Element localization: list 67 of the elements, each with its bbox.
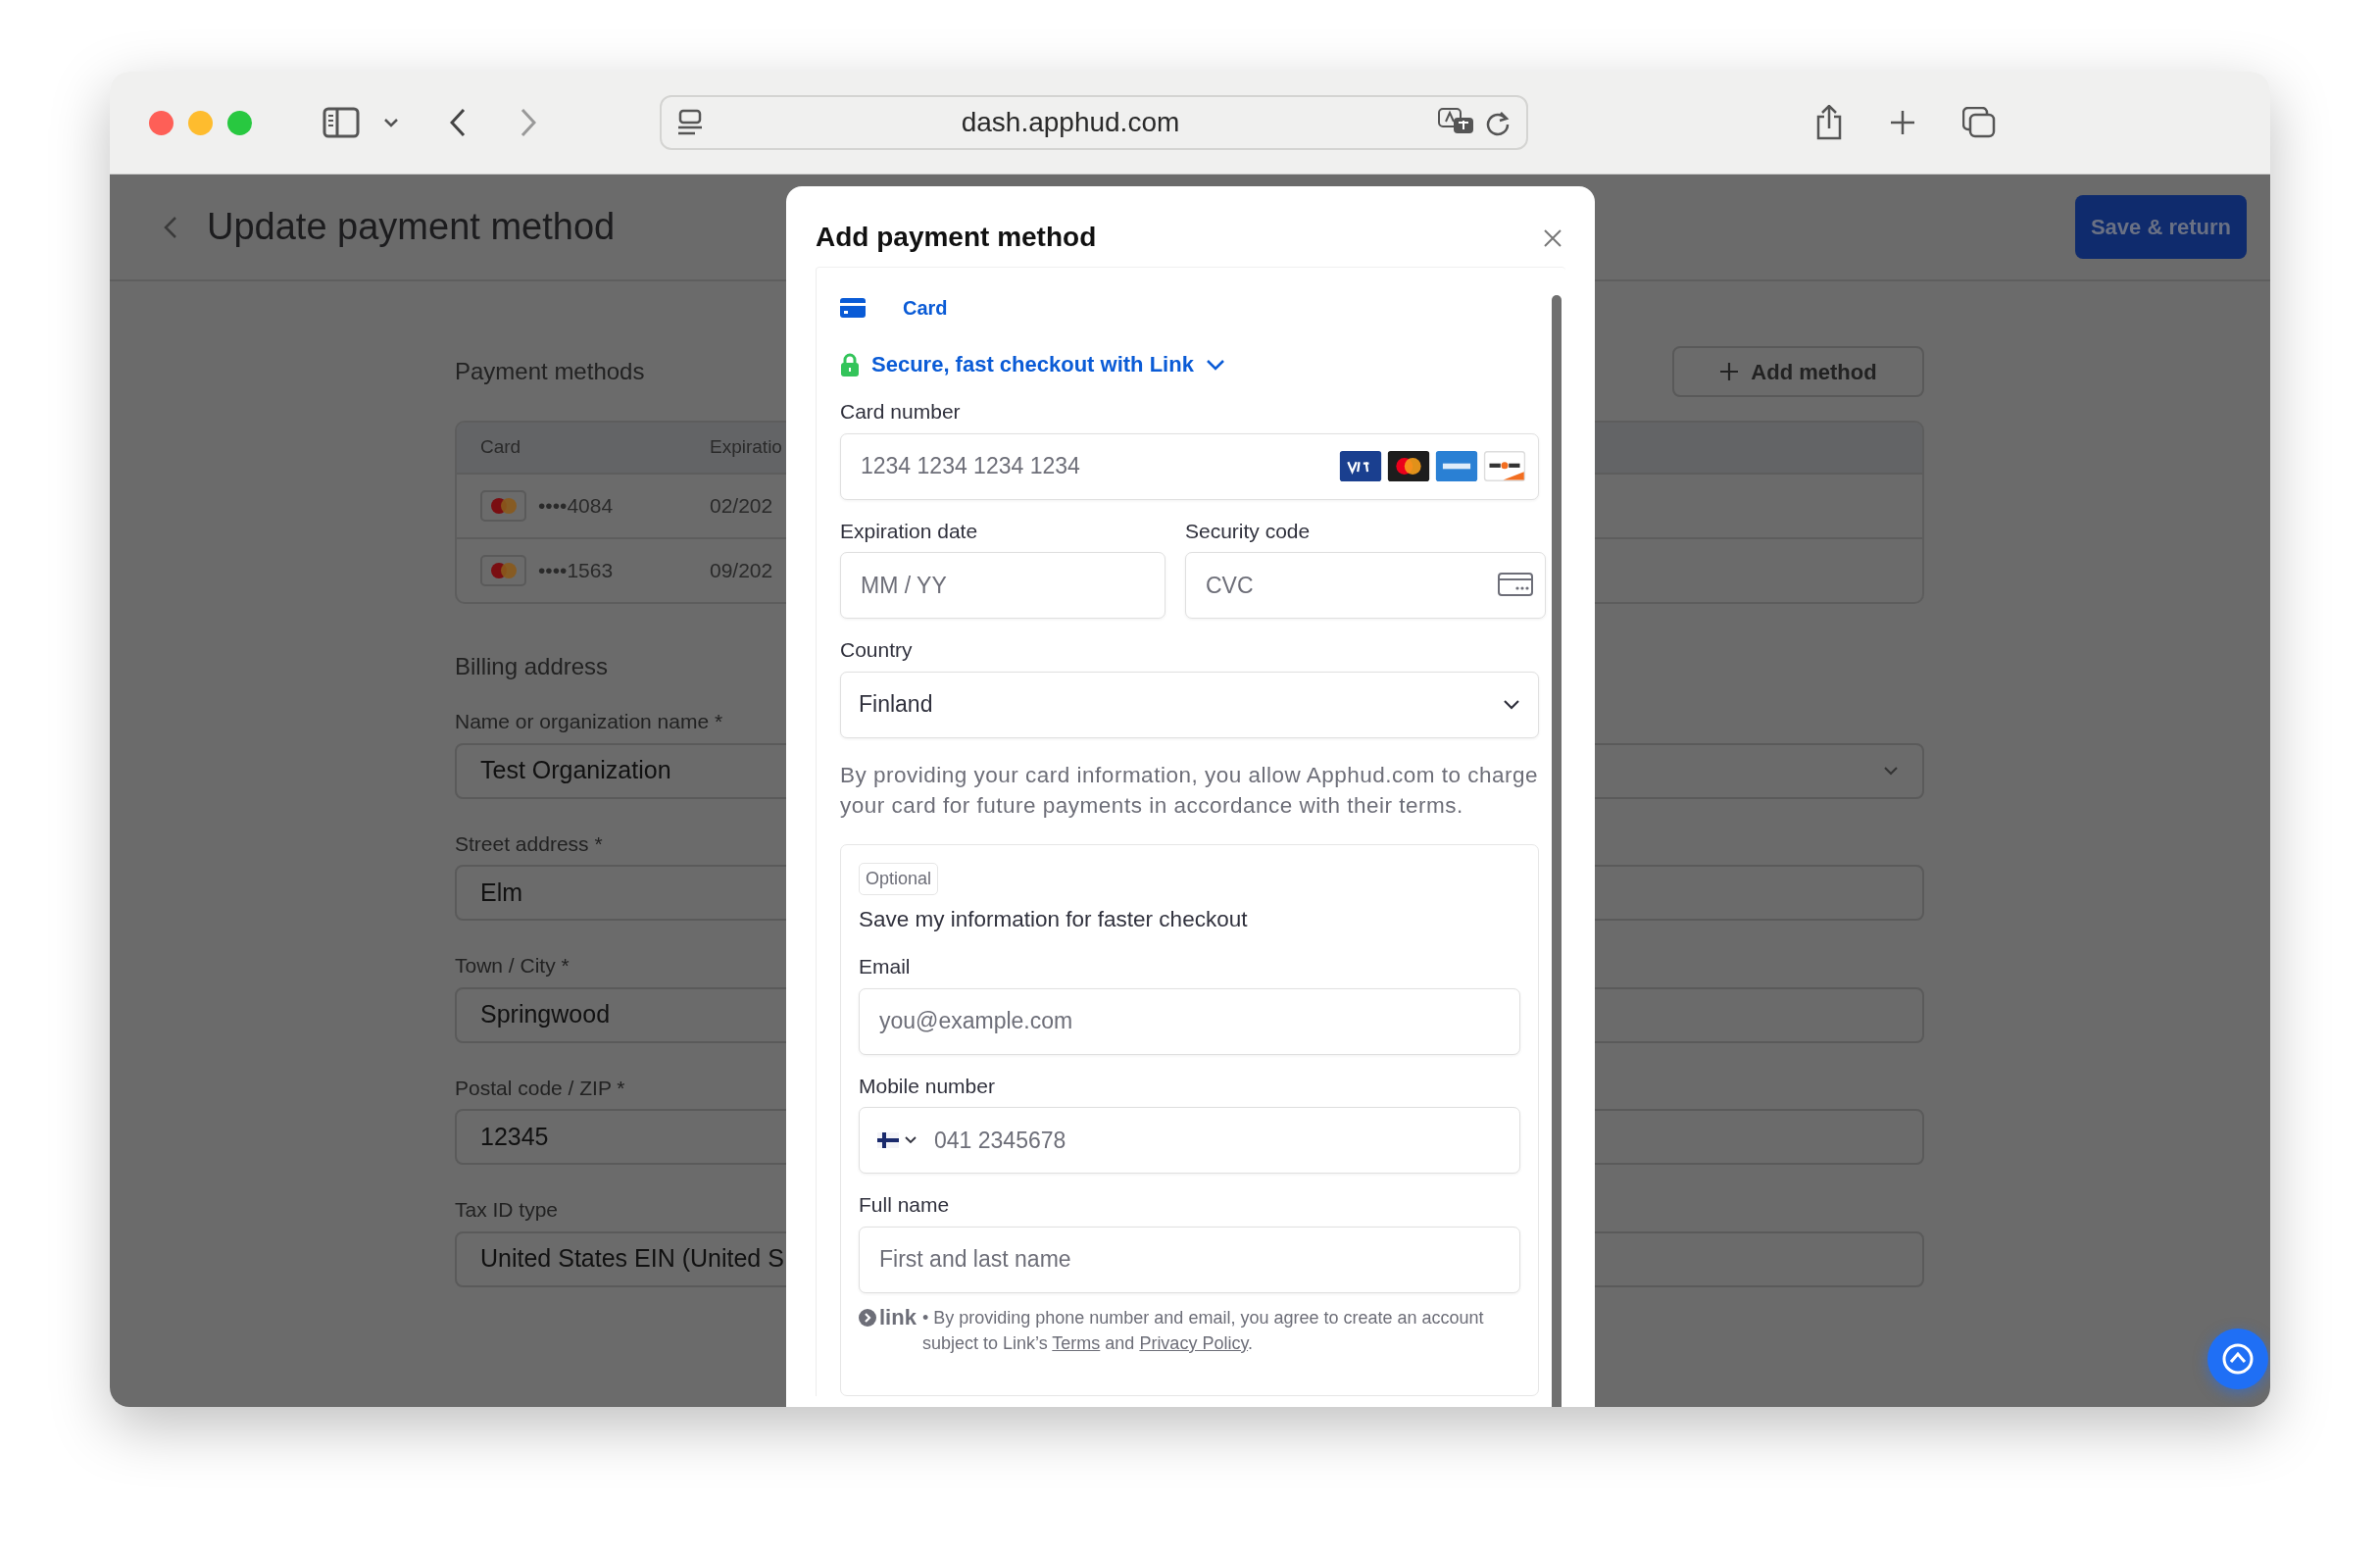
column-header: Expiratio	[710, 435, 782, 460]
payment-tab[interactable]: Card	[903, 293, 948, 323]
chat-button[interactable]	[2207, 1329, 2268, 1389]
field-label: Tax ID type	[455, 1197, 559, 1223]
text-input[interactable]: 1234 1234 1234 1234	[859, 433, 1339, 499]
plus-icon	[1719, 362, 1740, 381]
field-label: Town / City *	[455, 953, 570, 978]
privacy-policy-link[interactable]: Privacy Policy	[1139, 1332, 1249, 1353]
card-number: ••••1563	[538, 558, 614, 584]
text-input[interactable]: 041 2345678	[932, 1108, 1508, 1174]
sidebar-icon[interactable]	[322, 107, 360, 138]
chevron-down-icon	[1205, 358, 1225, 371]
close-window-button[interactable]	[149, 110, 174, 135]
link-checkout-toggle[interactable]: Secure, fast checkout with Link	[871, 348, 1194, 380]
country-select[interactable]: Finland	[840, 671, 1539, 738]
card-brand-icon	[1339, 451, 1382, 481]
card-icon	[840, 298, 866, 318]
field-label: Mobile number	[859, 1073, 996, 1099]
security-code-field[interactable]: CVC	[1185, 552, 1546, 619]
mastercard-icon	[1387, 451, 1430, 481]
chevron-down-icon	[1503, 699, 1520, 710]
text-input[interactable]: CVC	[1204, 553, 1498, 618]
field-label: Card number	[840, 399, 962, 425]
card-brand-icon	[1435, 451, 1478, 481]
lock-icon	[840, 352, 860, 376]
chevron-down-icon[interactable]	[905, 1136, 917, 1145]
card-brand-icon	[1483, 451, 1526, 481]
link-logo-icon	[859, 1308, 876, 1327]
field-label: Full name	[859, 1192, 951, 1219]
url-text: dash.apphud.com	[960, 106, 1181, 139]
card-number: ••••4084	[538, 493, 614, 520]
scrollbar[interactable]	[1552, 295, 1562, 1407]
card-number-field[interactable]: 1234 1234 1234 1234	[840, 432, 1539, 500]
expiration-cell-text: 09/202	[710, 558, 773, 584]
field-label: Security code	[1185, 518, 1312, 544]
field-label: Country	[840, 637, 914, 663]
chevron-down-icon[interactable]	[383, 118, 399, 127]
column-header: Card	[479, 435, 522, 460]
link-notice: • By providing phone number and email, you agree to create an account subject to Link’s Terms and Privacy Policy.	[921, 1306, 1485, 1355]
address-bar[interactable]: dash.apphud.com	[660, 95, 1528, 150]
page-title: Update payment method	[207, 205, 616, 249]
field-label: Email	[859, 954, 912, 980]
chevron-down-icon	[1883, 766, 1899, 776]
field-label: Expiration date	[840, 518, 979, 544]
cvc-card-icon	[1498, 573, 1533, 598]
mobile-field[interactable]: 041 2345678	[859, 1107, 1520, 1175]
finland-flag-icon[interactable]	[877, 1132, 899, 1149]
chevron-up-circle-icon	[2221, 1342, 2255, 1376]
terms-link[interactable]: Terms	[1052, 1332, 1101, 1353]
section-heading: Billing address	[455, 652, 609, 681]
field-label: Postal code / ZIP *	[455, 1075, 625, 1101]
field-label: Name or organization name *	[455, 709, 723, 734]
tabs-icon[interactable]	[1962, 107, 1996, 138]
share-icon[interactable]	[1815, 105, 1843, 140]
reload-icon[interactable]	[1485, 109, 1511, 136]
new-tab-icon[interactable]	[1890, 110, 1915, 135]
field-label: Street address *	[455, 830, 603, 857]
section-heading: Payment methods	[455, 357, 645, 386]
link-logo: link	[879, 1304, 917, 1330]
save-info-heading: Save my information for faster checkout	[859, 905, 1249, 933]
dialog-title: Add payment method	[816, 221, 1097, 254]
consent-text: By providing your card information, you allow Apphud.com to charge your card for future payments in accordance with their terms.	[840, 761, 1539, 820]
back-icon[interactable]	[450, 108, 466, 137]
optional-tag: Optional	[859, 862, 939, 895]
expiration-cell-text: 02/202	[710, 493, 773, 520]
page-icon[interactable]	[677, 109, 703, 136]
close-icon	[1544, 228, 1562, 247]
